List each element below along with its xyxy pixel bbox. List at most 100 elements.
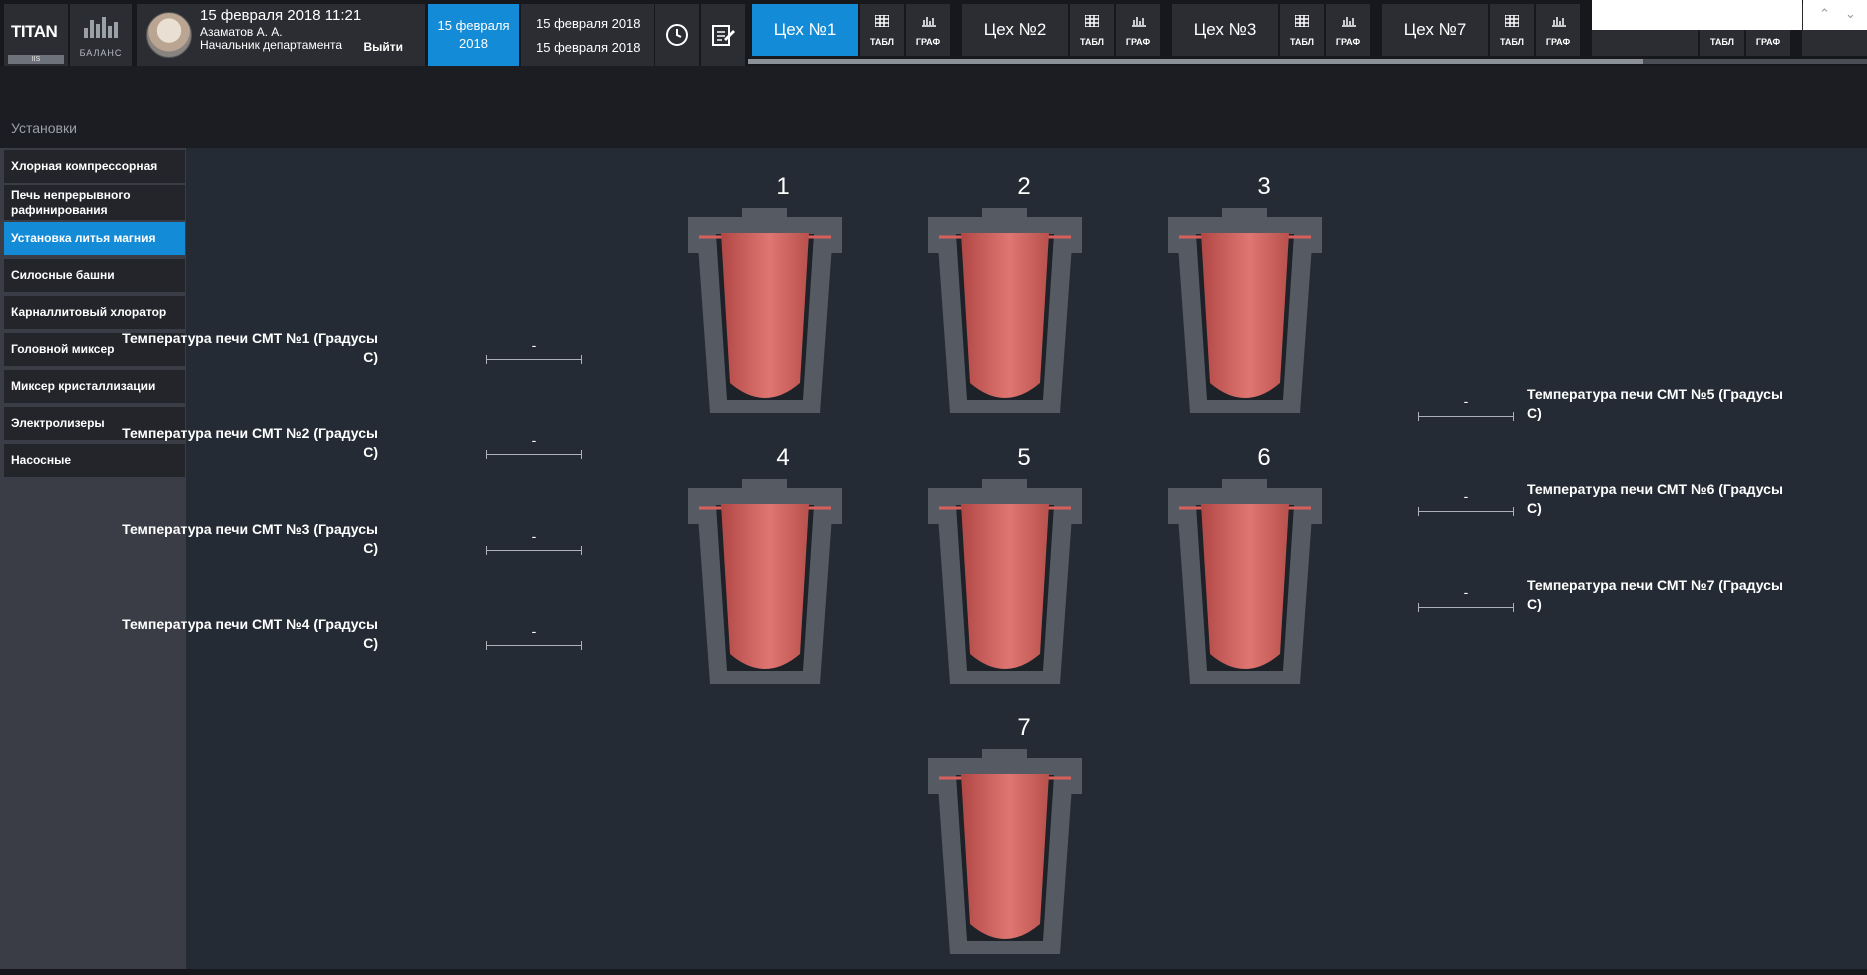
table-label: ТАБЛ [870,37,894,47]
section-title: Установки [11,120,77,136]
table-icon [1085,15,1099,27]
table-label: ТАБЛ [1290,37,1314,47]
today-date-button[interactable]: 15 февраля 2018 [428,4,519,66]
furnace-6-crucible[interactable] [1168,479,1322,689]
search-nav: ⌃ ⌄ [1803,0,1867,30]
reading-3-label: Температура печи СМТ №3 (Градусы С) [122,521,378,556]
graph-label: ГРАФ [1335,37,1361,47]
shop-3-table-button[interactable]: ТАБЛ [1280,4,1324,56]
reading-1-value: - [531,337,537,353]
tab-shop-3[interactable]: Цех №3 [1172,4,1278,56]
sidebar-item-silo-towers[interactable]: Силосные башни [4,259,185,292]
furnace-2-crucible[interactable] [928,208,1082,418]
sidebar-item-carnallite-chlorinator[interactable]: Карналлитовый хлоратор [4,296,185,329]
graph-icon [1342,17,1356,27]
graph-label: ГРАФ [1545,37,1571,47]
range-from: 15 февраля 2018 [536,16,641,31]
furnace-3-number: 3 [1257,173,1271,200]
reading-4-value: - [531,623,537,639]
balance-label: БАЛАНС [79,48,123,58]
top-bar: TITAN IIS БАЛАНС 15 февраля 2018 11:21 А… [0,0,1867,66]
furnace-6-number: 6 [1257,444,1271,471]
reading-4-underline [486,641,582,650]
tab-shop-1[interactable]: Цех №1 [752,4,858,56]
sidebar-item-crystallization-mixer[interactable]: Миксер кристаллизации [4,370,185,403]
furnace-5-number: 5 [1017,444,1031,471]
furnace-1-crucible[interactable] [688,208,842,418]
furnace-7-crucible[interactable] [928,749,1082,959]
reading-6-underline [1418,507,1514,516]
shop-3-graph-button[interactable]: ГРАФ [1326,4,1370,56]
user-panel: 15 февраля 2018 11:21 Азаматов А. А. Нач… [137,4,425,66]
shop-1-table-button[interactable]: ТАБЛ [860,4,904,56]
reading-7-underline [1418,603,1514,612]
reading-1-underline [486,355,582,364]
furnace-5-crucible[interactable] [928,479,1082,689]
table-label: ТАБЛ [1080,37,1104,47]
logout-button[interactable]: Выйти [363,40,403,54]
clock-icon [666,24,688,46]
table-label: ТАБЛ [1500,37,1524,47]
reading-2-label: Температура печи СМТ №2 (Градусы С) [122,425,378,460]
graph-label: ГРАФ [1125,37,1151,47]
search-box[interactable] [1592,0,1806,32]
shop-1-graph-button[interactable]: ГРАФ [906,4,950,56]
table-icon [875,15,889,27]
search-input[interactable] [1592,0,1806,32]
reading-7-label: Температура печи СМТ №7 (Градусы С) [1527,577,1783,612]
date-range[interactable]: 15 февраля 2018 15 февраля 2018 [521,4,654,66]
furnace-2-number: 2 [1017,173,1031,200]
reading-3-underline [486,546,582,555]
sidebar-item-magnesium-casting[interactable]: Установка литья магния [4,222,185,255]
reading-2-underline [486,450,582,459]
graph-icon [1552,17,1566,27]
shop-2-graph-button[interactable]: ГРАФ [1116,4,1160,56]
furnace-4-crucible[interactable] [688,479,842,689]
logo-subtitle: IIS [8,55,64,64]
table-icon [1295,15,1309,27]
shop-7-table-button[interactable]: ТАБЛ [1490,4,1534,56]
sidebar-item-chlorine-compressor[interactable]: Хлорная компрессорная [4,150,185,183]
report-edit-icon [712,25,735,46]
titan-logo[interactable]: TITAN IIS [4,4,68,66]
furnace-3-crucible[interactable] [1168,208,1322,418]
logo-text: TITAN [11,22,58,41]
shop-7-graph-button[interactable]: ГРАФ [1536,4,1580,56]
report-button[interactable] [701,4,745,66]
reading-4-label: Температура печи СМТ №4 (Градусы С) [122,616,378,651]
reading-6-value: - [1463,488,1469,504]
tab-shop-7[interactable]: Цех №7 [1382,4,1488,56]
table-icon [1505,15,1519,27]
chevron-down-icon[interactable]: ⌄ [1845,6,1856,22]
furnace-7-number: 7 [1017,714,1031,741]
graph-label: ГРАФ [915,37,941,47]
reading-1-label: Температура печи СМТ №1 (Градусы С) [122,330,378,365]
graph-label: ГРАФ [1755,37,1781,47]
range-to: 15 февраля 2018 [536,40,641,55]
reading-7-value: - [1463,584,1469,600]
balance-chart-icon [84,17,118,38]
history-button[interactable] [655,4,699,66]
balance-button[interactable]: БАЛАНС [70,4,132,66]
shop-2-table-button[interactable]: ТАБЛ [1070,4,1114,56]
current-datetime: 15 февраля 2018 11:21 [200,7,362,24]
furnace-1-number: 1 [776,173,790,200]
reading-5-label: Температура печи СМТ №5 (Градусы С) [1527,386,1783,421]
main-canvas: 1 2 3 4 5 6 7 Температура печи СМТ №1 (Г… [122,148,1867,975]
chevron-up-icon[interactable]: ⌃ [1819,6,1830,22]
furnace-4-number: 4 [776,444,790,471]
tab-shop-2[interactable]: Цех №2 [962,4,1068,56]
graph-icon [1132,17,1146,27]
bottom-bar [0,969,1867,975]
user-role: Начальник департамента [200,38,343,52]
sidebar-item-refining-furnace[interactable]: Печь непрерывного рафинирования [4,185,185,220]
reading-6-label: Температура печи СМТ №6 (Градусы С) [1527,481,1783,516]
reading-5-value: - [1463,393,1469,409]
reading-5-underline [1418,412,1514,421]
reading-3-value: - [531,528,537,544]
reading-2-value: - [531,432,537,448]
table-label: ТАБЛ [1710,37,1734,47]
tabs-scrollbar-thumb[interactable] [748,59,1643,64]
user-name: Азаматов А. А. [200,25,283,39]
graph-icon [922,17,936,27]
